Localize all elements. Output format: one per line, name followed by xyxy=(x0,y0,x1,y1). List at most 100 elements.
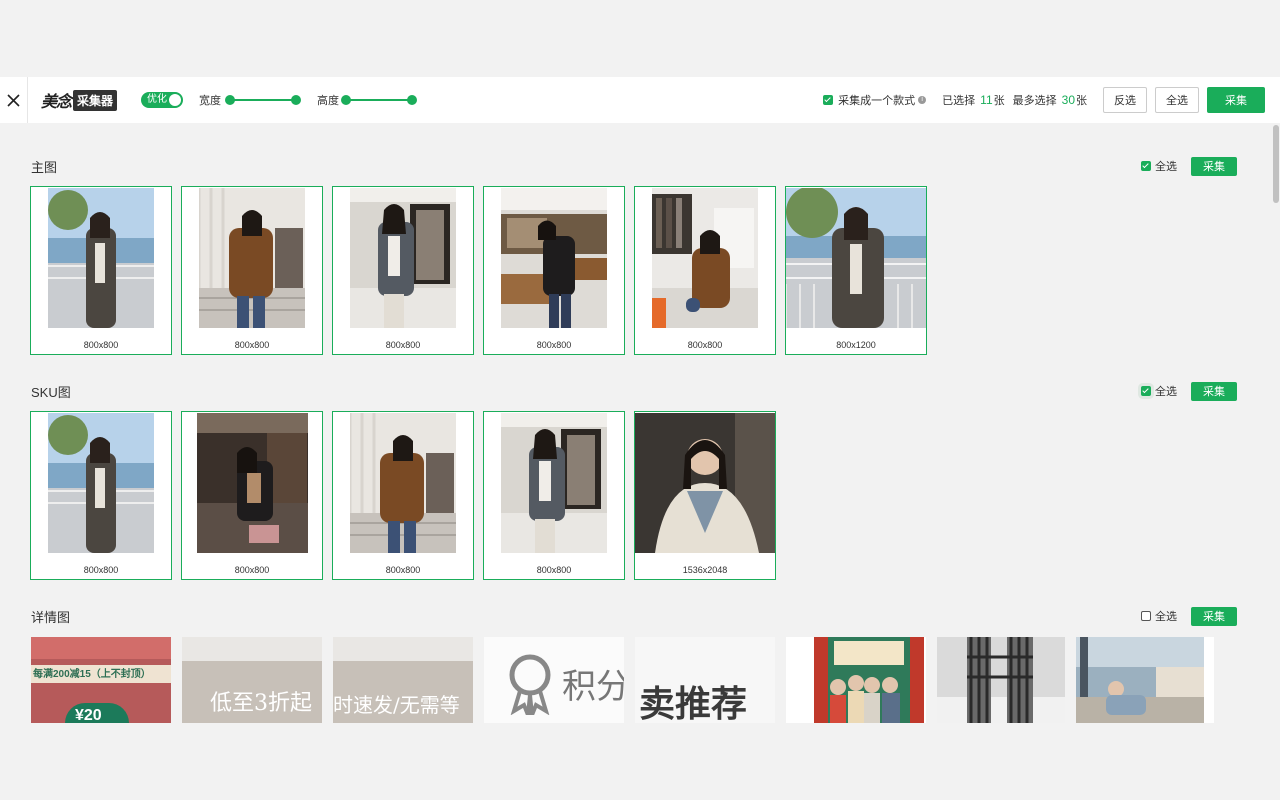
image-card[interactable]: 800x800 xyxy=(30,186,172,355)
badge-icon xyxy=(509,654,551,715)
detail-image-card[interactable] xyxy=(937,637,1065,723)
toolbar-right: 采集成一个款式 i 已选择 11 张 最多选择 30 张 反选 全选 采集 xyxy=(823,77,1265,123)
max-prefix: 最多选择 xyxy=(1012,95,1057,107)
collect-as-one-checkbox[interactable] xyxy=(823,95,834,105)
top-toolbar: 美念 采集器 优化 宽度 高度 采集成一个款式 i 已选择 11 张 最多选择 … xyxy=(0,77,1280,123)
detail-banner-text: 卖推荐 xyxy=(639,683,748,723)
main-image-grid: 800x800 800x800 800x800 800x800 800x800 … xyxy=(30,186,927,355)
logo-text: 美念 xyxy=(41,94,72,111)
detail-image-card[interactable]: 每满200减15（上不封顶） ¥20 xyxy=(31,637,171,723)
image-card[interactable]: 800x800 xyxy=(30,411,172,580)
product-image xyxy=(48,188,154,328)
image-card[interactable]: 800x1200 xyxy=(785,186,927,355)
image-size: 800x800 xyxy=(536,340,572,350)
image-card[interactable]: 800x800 xyxy=(332,186,474,355)
product-image xyxy=(350,188,456,328)
main-images-header: 主图 全选 采集 xyxy=(31,156,1237,176)
product-image xyxy=(501,188,607,328)
sku-image-grid: 800x800 800x800 800x800 800x800 1536x204… xyxy=(30,411,776,580)
invert-selection-button[interactable]: 反选 xyxy=(1103,87,1147,113)
sku-images-header: SKU图 全选 采集 xyxy=(31,381,1237,401)
width-slider-group: 宽度 xyxy=(199,92,302,108)
content-area: 主图 全选 采集 800x800 800x800 800x800 800x800… xyxy=(0,123,1272,723)
height-label: 高度 xyxy=(317,95,340,107)
width-label: 宽度 xyxy=(199,95,222,107)
section-title-main: 主图 xyxy=(31,159,58,175)
image-card[interactable]: 800x800 xyxy=(483,411,625,580)
sku-select-all-label: 全选 xyxy=(1155,386,1177,398)
width-slider-track xyxy=(229,99,298,101)
detail-banner-text: 积分 xyxy=(562,668,624,706)
image-size: 800x800 xyxy=(83,340,119,350)
app-logo: 美念 采集器 xyxy=(41,88,118,112)
detail-select-all-label: 全选 xyxy=(1155,611,1177,623)
detail-select-all-checkbox[interactable] xyxy=(1141,611,1151,621)
selected-unit: 张 xyxy=(993,95,1005,107)
image-size: 800x800 xyxy=(385,565,421,575)
height-slider[interactable] xyxy=(341,95,418,105)
detail-banner-number: ¥20 xyxy=(75,707,102,723)
product-image xyxy=(48,413,154,553)
height-slider-max-handle[interactable] xyxy=(407,95,418,105)
select-all-button[interactable]: 全选 xyxy=(1155,87,1199,113)
detail-collect-button[interactable]: 采集 xyxy=(1191,606,1237,626)
width-slider-max-handle[interactable] xyxy=(291,95,302,105)
image-card[interactable]: 800x800 xyxy=(332,411,474,580)
product-image xyxy=(501,413,607,553)
main-section-tools: 全选 采集 xyxy=(1141,156,1237,176)
image-size: 800x800 xyxy=(536,565,572,575)
image-card[interactable]: 1536x2048 xyxy=(634,411,776,580)
width-slider[interactable] xyxy=(225,95,302,105)
scrollbar-thumb[interactable] xyxy=(1273,125,1279,203)
image-card[interactable]: 800x800 xyxy=(181,411,323,580)
close-button[interactable] xyxy=(0,77,28,123)
height-slider-min-handle[interactable] xyxy=(341,95,352,105)
width-slider-min-handle[interactable] xyxy=(225,95,236,105)
detail-banner-text: 时速发/无需等 xyxy=(333,693,460,717)
image-size: 800x1200 xyxy=(836,340,876,350)
section-title-detail: 详情图 xyxy=(31,609,71,625)
product-image xyxy=(199,188,305,328)
max-count: 30 xyxy=(1061,93,1075,107)
logo-badge: 采集器 xyxy=(73,89,118,111)
main-select-all-checkbox[interactable] xyxy=(1141,161,1151,171)
height-slider-track xyxy=(345,99,414,101)
detail-image-card[interactable]: 卖推荐 xyxy=(635,637,775,723)
toggle-knob xyxy=(169,94,182,106)
detail-image-card[interactable] xyxy=(786,637,926,723)
image-card[interactable]: 800x800 xyxy=(483,186,625,355)
image-size: 800x800 xyxy=(385,340,421,350)
main-collect-button[interactable]: 采集 xyxy=(1191,156,1237,176)
detail-banner-text: 低至3折起 xyxy=(210,691,312,716)
detail-photo xyxy=(814,637,924,723)
detail-image-card[interactable] xyxy=(1076,637,1214,723)
detail-image-card[interactable]: 时速发/无需等 xyxy=(333,637,473,723)
product-image xyxy=(350,413,456,553)
sku-section-tools: 全选 采集 xyxy=(1141,381,1237,401)
sku-select-all[interactable]: 全选 xyxy=(1141,383,1177,399)
sku-select-all-checkbox[interactable] xyxy=(1141,386,1151,396)
detail-image-card[interactable]: 积分 xyxy=(484,637,624,723)
main-select-all[interactable]: 全选 xyxy=(1141,158,1177,174)
product-image xyxy=(652,188,758,328)
image-card[interactable]: 800x800 xyxy=(181,186,323,355)
optimize-toggle[interactable]: 优化 xyxy=(141,92,184,108)
detail-select-all[interactable]: 全选 xyxy=(1141,608,1177,624)
image-size: 800x800 xyxy=(234,565,270,575)
detail-image-grid[interactable]: 每满200减15（上不封顶） ¥20 低至3折起 时速发/无需等 积分 卖推荐 xyxy=(31,637,1214,723)
sku-collect-button[interactable]: 采集 xyxy=(1191,381,1237,401)
product-image xyxy=(635,413,775,553)
vertical-scrollbar[interactable] xyxy=(1272,123,1280,723)
detail-photo xyxy=(937,637,1065,723)
image-size: 1536x2048 xyxy=(682,565,728,575)
detail-section-tools: 全选 采集 xyxy=(1141,606,1237,626)
max-unit: 张 xyxy=(1076,95,1087,107)
detail-image-card[interactable]: 低至3折起 xyxy=(182,637,322,723)
collect-button[interactable]: 采集 xyxy=(1207,87,1265,113)
close-icon xyxy=(7,93,20,107)
info-icon[interactable]: i xyxy=(918,96,927,104)
image-size: 800x800 xyxy=(234,340,270,350)
product-image xyxy=(786,188,926,328)
image-card[interactable]: 800x800 xyxy=(634,186,776,355)
detail-banner-text: 每满200减15（上不封顶） xyxy=(33,669,151,680)
